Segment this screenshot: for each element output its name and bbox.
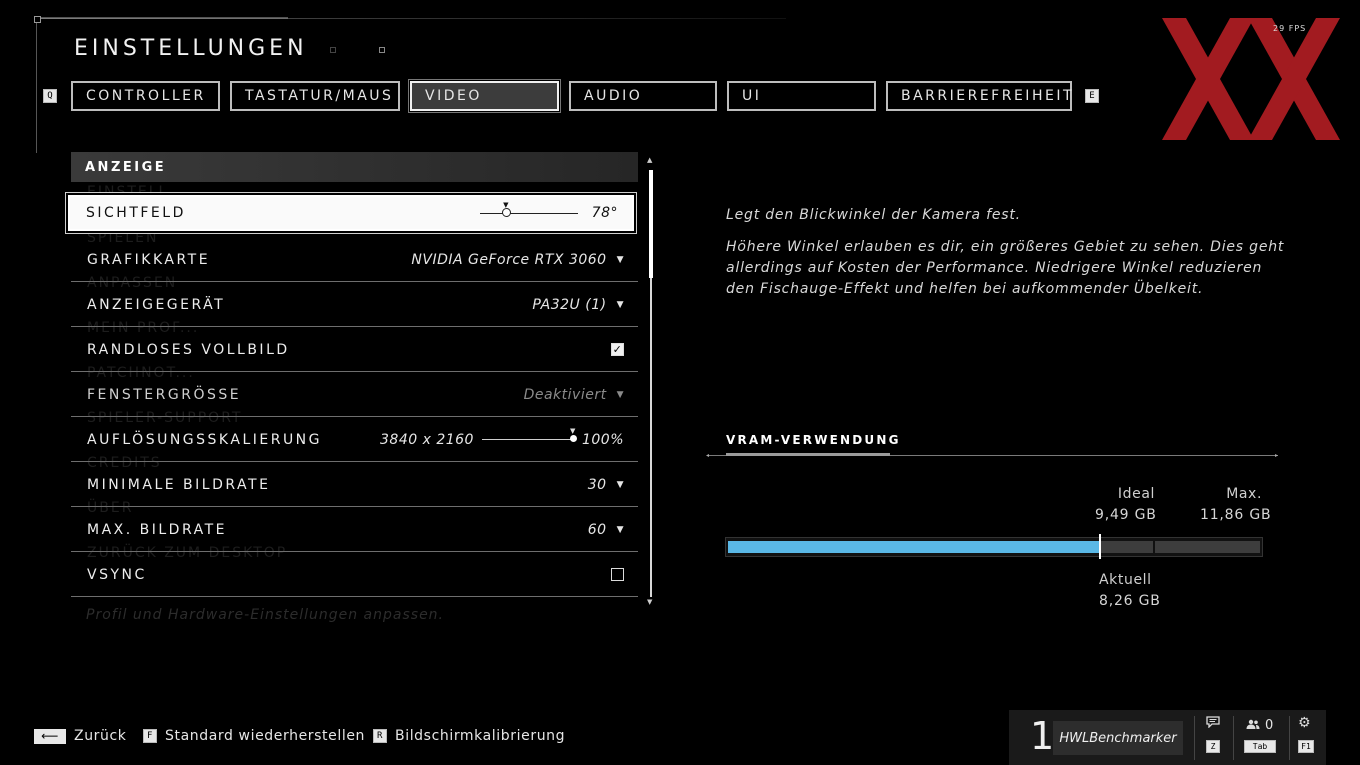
reset-label: Standard wiederherstellen xyxy=(165,728,366,744)
tab-controller[interactable]: CONTROLLER xyxy=(71,81,220,111)
calibration-label: Bildschirmkalibrierung xyxy=(395,728,566,744)
vram-current-value: 8,26 GB xyxy=(1099,593,1161,609)
vram-max-label: Max. xyxy=(1226,486,1262,502)
setting-label: AUFLÖSUNGSSKALIERUNG xyxy=(87,431,323,448)
tab-ui[interactable]: UI xyxy=(727,81,876,111)
scroll-down-icon[interactable]: ▼ xyxy=(647,598,652,606)
dropdown-arrow-icon: ▼ xyxy=(616,479,624,490)
setting-value: Deaktiviert xyxy=(523,386,607,403)
scrollbar-thumb[interactable] xyxy=(649,170,653,278)
calibration-key-hint: R xyxy=(373,729,387,743)
vram-ideal-value: 9,49 GB xyxy=(1095,507,1157,523)
player-rank: 1 xyxy=(1030,714,1055,758)
back-arrow-icon: ⟵ xyxy=(34,728,66,744)
friends-count: 0 xyxy=(1265,718,1274,733)
resolution-value: 3840 x 2160 xyxy=(380,431,474,448)
dropdown-arrow-icon: ▼ xyxy=(616,389,624,400)
setting-label: VSYNC xyxy=(87,566,147,583)
title-decoration-dot xyxy=(379,47,385,53)
title-decoration-dot xyxy=(330,47,336,53)
friends-icon[interactable] xyxy=(1246,718,1260,732)
setting-value: 78° xyxy=(591,205,618,221)
frame-corner-dot xyxy=(34,16,41,23)
setting-description-short: Legt den Blickwinkel der Kamera fest. xyxy=(726,207,1021,223)
gamertag[interactable]: HWLBenchmarker xyxy=(1053,721,1183,755)
profile-separator xyxy=(1233,716,1234,760)
next-tab-key-hint: E xyxy=(1085,89,1099,103)
vram-ideal-label: Ideal xyxy=(1117,486,1155,502)
setting-row-min-framerate[interactable]: MINIMALE BILDRATE 30 ▼ xyxy=(71,463,638,507)
tab-video[interactable]: VIDEO xyxy=(410,81,559,111)
setting-row-borderless-fullscreen[interactable]: RANDLOSES VOLLBILD ✓ xyxy=(71,328,638,372)
setting-label: MINIMALE BILDRATE xyxy=(87,476,271,493)
vram-current-label: Aktuell xyxy=(1099,572,1152,588)
profile-separator xyxy=(1194,716,1195,760)
setting-label: FENSTERGRÖSSE xyxy=(87,386,242,403)
chat-key-hint: Z xyxy=(1206,740,1220,753)
vsync-checkbox[interactable] xyxy=(611,568,624,581)
settings-key-hint: F1 xyxy=(1298,740,1314,753)
setting-value: NVIDIA GeForce RTX 3060 xyxy=(411,251,607,268)
vram-current-marker xyxy=(1098,534,1101,559)
setting-value: PA32U (1) xyxy=(532,296,607,313)
setting-row-graphics-card[interactable]: GRAFIKKARTE NVIDIA GeForce RTX 3060 ▼ xyxy=(71,238,638,282)
fov-slider-handle[interactable] xyxy=(502,207,512,217)
fov-default-marker: ▼ xyxy=(503,200,509,209)
back-action[interactable]: ⟵ Zurück xyxy=(34,728,127,744)
setting-row-display-device[interactable]: ANZEIGEGERÄT PA32U (1) ▼ xyxy=(71,283,638,327)
profile-separator xyxy=(1289,716,1290,760)
tab-audio[interactable]: AUDIO xyxy=(569,81,717,111)
dropdown-arrow-icon: ▼ xyxy=(616,299,624,310)
vram-bar-max-segment xyxy=(1154,541,1260,553)
resolution-default-marker: ▼ xyxy=(569,427,576,435)
frame-line-highlight xyxy=(36,17,288,19)
setting-label: ANZEIGEGERÄT xyxy=(87,296,226,313)
borderless-checkbox[interactable]: ✓ xyxy=(611,343,624,356)
chat-icon[interactable] xyxy=(1206,716,1220,731)
vram-divider-left-cap: ◂ xyxy=(706,452,710,459)
setting-label: SICHTFELD xyxy=(86,205,186,221)
setting-label: MAX. BILDRATE xyxy=(87,521,228,538)
setting-row-field-of-view[interactable]: SICHTFELD ▼ 78° xyxy=(68,195,634,231)
setting-label: GRAFIKKARTE xyxy=(87,251,211,268)
setting-row-window-size: FENSTERGRÖSSE Deaktiviert ▼ xyxy=(71,373,638,417)
setting-value: 100% xyxy=(581,431,624,448)
setting-row-max-framerate[interactable]: MAX. BILDRATE 60 ▼ xyxy=(71,508,638,552)
reset-key-hint: F xyxy=(143,729,157,743)
fps-counter: 29 FPS xyxy=(1273,24,1307,33)
bottom-hint-text: Profil und Hardware-Einstellungen anpass… xyxy=(86,607,444,623)
vram-divider-right-cap: ▸ xyxy=(1275,452,1279,459)
frame-line-left xyxy=(36,18,37,153)
section-header-display: ANZEIGE xyxy=(71,152,638,182)
back-label: Zurück xyxy=(74,728,127,744)
setting-label: RANDLOSES VOLLBILD xyxy=(87,341,290,358)
tab-accessibility[interactable]: BARRIEREFREIHEIT xyxy=(886,81,1072,111)
vram-bar-ideal-segment xyxy=(1100,541,1153,553)
tab-keyboard-mouse[interactable]: TASTATUR/MAUS xyxy=(230,81,400,111)
fov-slider[interactable]: ▼ xyxy=(479,201,578,217)
setting-value: 60 xyxy=(587,521,607,538)
vram-title: VRAM-VERWENDUNG xyxy=(726,433,901,447)
vram-title-underline xyxy=(726,453,890,456)
gear-icon[interactable]: ⚙ xyxy=(1298,715,1311,731)
page-title: EINSTELLUNGEN xyxy=(74,36,308,61)
setting-row-vsync[interactable]: VSYNC xyxy=(71,553,638,597)
reset-defaults-action[interactable]: F Standard wiederherstellen xyxy=(143,728,365,744)
vram-bar-current-fill xyxy=(728,541,1099,553)
prev-tab-key-hint: Q xyxy=(43,89,57,103)
scroll-up-icon[interactable]: ▲ xyxy=(647,156,652,164)
dropdown-arrow-icon: ▼ xyxy=(616,524,624,535)
setting-description-long: Höhere Winkel erlauben es dir, ein größe… xyxy=(726,239,1285,297)
setting-row-resolution-scale[interactable]: AUFLÖSUNGSSKALIERUNG 3840 x 2160 ▼ 100% xyxy=(71,418,638,462)
vram-max-value: 11,86 GB xyxy=(1200,507,1272,523)
resolution-slider-handle[interactable] xyxy=(569,435,577,442)
dropdown-arrow-icon: ▼ xyxy=(616,254,624,265)
screen-calibration-action[interactable]: R Bildschirmkalibrierung xyxy=(373,728,565,744)
setting-value: 30 xyxy=(587,476,607,493)
friends-key-hint: Tab xyxy=(1244,740,1276,753)
game-logo xyxy=(1162,18,1340,140)
resolution-scale-slider[interactable]: ▼ xyxy=(481,427,577,442)
